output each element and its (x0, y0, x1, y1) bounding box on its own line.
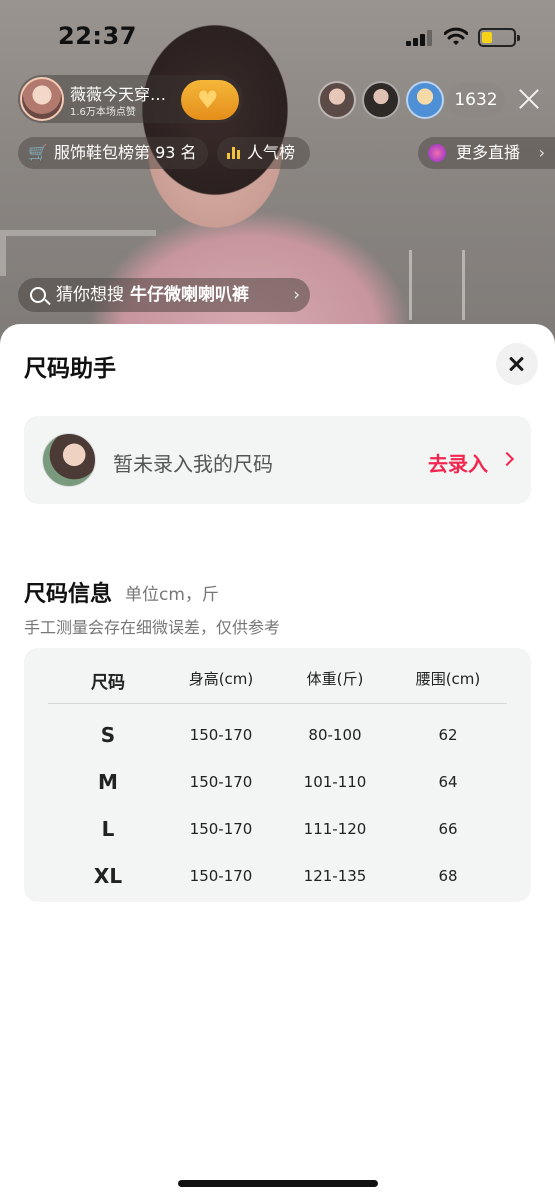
size-cell: XL (93, 864, 123, 888)
table-header-weight: 体重(斤) (306, 670, 364, 688)
height-cell: 150-170 (189, 726, 253, 744)
enter-size-link[interactable]: 去录入 (428, 448, 488, 477)
height-cell: 150-170 (189, 773, 253, 791)
size-info-title: 尺码信息 (24, 582, 113, 607)
size-info-unit: 单位cm，斤 (125, 585, 219, 605)
chevron-right-icon (499, 451, 515, 467)
height-cell: 150-170 (189, 867, 253, 885)
table-header-size: 尺码 (91, 673, 125, 693)
weight-cell: 80-100 (308, 726, 362, 744)
table-header-height: 身高(cm) (188, 670, 254, 688)
chart-bars-icon (227, 147, 241, 159)
follow-button[interactable]: ♥ (181, 80, 239, 120)
viewer-count[interactable]: 1632 (447, 82, 505, 118)
search-keyword: 牛仔微喇喇叭裤 (130, 285, 249, 305)
size-info-note: 手工测量会存在细微误差，仅供参考 (24, 618, 281, 637)
cart-icon: 🛒 (28, 143, 48, 162)
rank-badge[interactable]: 🛒 服饰鞋包榜第 93 名 (18, 137, 208, 169)
status-bar: 22:37 (0, 0, 555, 70)
my-size-status: 暂未录入我的尺码 (113, 452, 273, 476)
wifi-icon (444, 27, 468, 45)
more-live-label: 更多直播 (456, 143, 521, 162)
waist-cell: 62 (438, 726, 458, 744)
size-assistant-sheet: 尺码助手 暂未录入我的尺码 去录入 尺码信息 单位cm，斤 手工测量会存在细微误… (0, 324, 555, 1200)
weight-cell: 121-135 (303, 867, 367, 885)
host-likes: 1.6万本场点赞 (70, 107, 136, 118)
popularity-badge-label: 人气榜 (247, 143, 296, 162)
chevron-right-icon: › (538, 143, 545, 162)
size-cell: L (101, 817, 115, 841)
search-prefix: 猜你想搜 (56, 285, 124, 305)
waist-cell: 66 (438, 820, 458, 838)
weight-cell: 101-110 (303, 773, 367, 791)
rank-badge-label: 服饰鞋包榜第 93 名 (54, 143, 197, 162)
search-suggestion[interactable]: 猜你想搜 牛仔微喇喇叭裤 › (18, 278, 310, 312)
table-header-waist: 腰围(cm) (415, 670, 481, 688)
avatar (42, 433, 96, 487)
size-cell: S (100, 723, 116, 747)
close-sheet-button[interactable] (496, 343, 538, 385)
table-row: XL 150-170 121-135 68 (24, 861, 531, 891)
avatar[interactable] (318, 81, 356, 119)
sheet-title: 尺码助手 (24, 356, 116, 382)
search-icon (30, 287, 46, 303)
size-table: 尺码 身高(cm) 体重(斤) 腰围(cm) S 150-170 80-100 … (24, 648, 531, 902)
status-time: 22:37 (58, 22, 137, 50)
table-row: M 150-170 101-110 64 (24, 767, 531, 797)
popularity-badge[interactable]: 人气榜 (217, 137, 310, 169)
more-live-button[interactable]: 更多直播 › (418, 137, 555, 169)
height-cell: 150-170 (189, 820, 253, 838)
host-name: 薇薇今天穿… (70, 85, 167, 104)
avatar[interactable] (362, 81, 400, 119)
close-icon[interactable] (516, 86, 542, 112)
host-avatar[interactable] (20, 77, 64, 121)
waist-cell: 64 (438, 773, 458, 791)
size-cell: M (98, 770, 118, 794)
avatar[interactable] (406, 81, 444, 119)
table-row: L 150-170 111-120 66 (24, 814, 531, 844)
gem-icon (428, 144, 446, 162)
waist-cell: 68 (438, 867, 458, 885)
home-indicator[interactable] (178, 1180, 378, 1187)
divider (48, 703, 507, 704)
chevron-right-icon: › (293, 285, 300, 305)
my-size-card[interactable]: 暂未录入我的尺码 去录入 (24, 416, 531, 504)
table-row: S 150-170 80-100 62 (24, 720, 531, 750)
battery-icon (478, 28, 520, 47)
cellular-signal-icon (406, 30, 434, 46)
weight-cell: 111-120 (303, 820, 367, 838)
heart-plus-icon: ♥ (197, 86, 219, 114)
